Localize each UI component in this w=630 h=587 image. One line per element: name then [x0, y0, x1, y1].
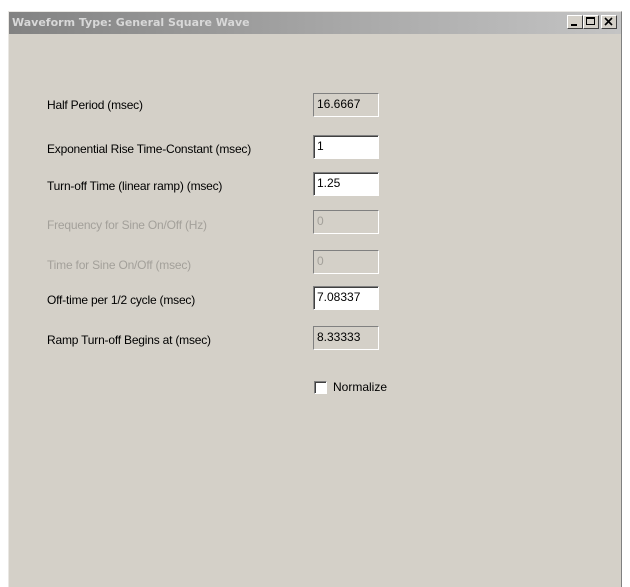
half-period-value: 16.6667 [313, 93, 379, 117]
close-icon [604, 17, 613, 26]
off-time-label: Off-time per 1/2 cycle (msec) [47, 293, 196, 307]
turn-off-time-label: Turn-off Time (linear ramp) (msec) [47, 179, 223, 193]
sine-time-label: Time for Sine On/Off (msec) [47, 258, 191, 272]
sine-frequency-label: Frequency for Sine On/Off (Hz) [47, 218, 207, 232]
close-button[interactable] [601, 15, 617, 29]
half-period-label: Half Period (msec) [47, 98, 143, 112]
window-title: Waveform Type: General Square Wave [12, 16, 250, 29]
minimize-icon [571, 24, 577, 26]
rise-time-constant-input[interactable]: 1 [313, 135, 379, 159]
maximize-icon [586, 17, 595, 25]
normalize-label[interactable]: Normalize [333, 380, 387, 394]
caption-buttons [567, 15, 617, 29]
sine-time-input: 0 [313, 250, 379, 274]
maximize-button[interactable] [583, 15, 599, 29]
off-time-input[interactable]: 7.08337 [313, 286, 379, 310]
title-bar[interactable]: Waveform Type: General Square Wave [9, 12, 621, 34]
ramp-begins-label: Ramp Turn-off Begins at (msec) [47, 333, 211, 347]
turn-off-time-input[interactable]: 1.25 [313, 172, 379, 196]
minimize-button[interactable] [567, 15, 583, 29]
dialog-window: Waveform Type: General Square Wave Half [8, 11, 622, 587]
normalize-row[interactable]: Normalize [314, 380, 387, 394]
rise-time-constant-label: Exponential Rise Time-Constant (msec) [47, 142, 252, 156]
sine-frequency-input: 0 [313, 210, 379, 234]
normalize-checkbox[interactable] [314, 380, 327, 394]
ramp-begins-value: 8.33333 [313, 326, 379, 350]
